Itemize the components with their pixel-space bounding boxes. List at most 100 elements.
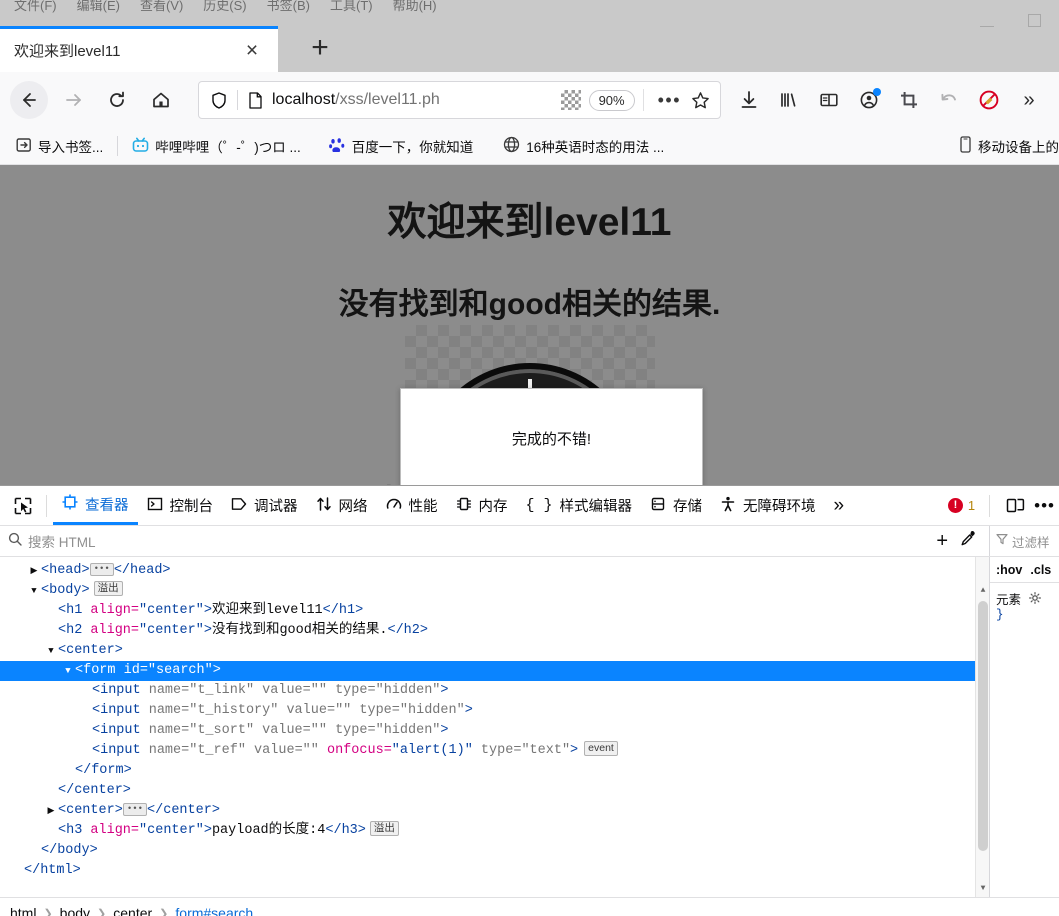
bookmark-bilibili[interactable]: 哔哩哔哩（゜-゜)つロ ... (124, 133, 309, 159)
breadcrumb-item-form[interactable]: form#search (175, 905, 253, 916)
twisty-expanded-icon[interactable]: ▼ (44, 641, 58, 661)
undo-arrow-icon[interactable] (929, 81, 969, 119)
breadcrumb-item-html[interactable]: html (10, 905, 36, 916)
markup-token: id (123, 663, 140, 678)
reload-icon[interactable] (98, 81, 136, 119)
bookmark-english-tenses[interactable]: 16种英语时态的用法 ... (495, 133, 672, 159)
styles-filter-field[interactable]: 过滤样 (989, 526, 1059, 556)
markup-line[interactable]: <h3 align="center">payload的长度:4</h3> 溢出 (0, 821, 989, 841)
overflow-badge[interactable]: 溢出 (93, 581, 123, 596)
error-count-badge[interactable]: ! 1 (942, 498, 981, 513)
bookmark-baidu[interactable]: 百度一下，你就知道 (321, 133, 482, 159)
ellipsis-badge[interactable]: ••• (122, 803, 148, 816)
responsive-design-mode-icon[interactable] (998, 491, 1032, 521)
url-text[interactable]: localhost/xss/level11.ph (272, 91, 559, 109)
sidebar-icon[interactable] (809, 81, 849, 119)
tab-debugger[interactable]: 调试器 (222, 486, 307, 525)
tab-storage[interactable]: 存储 (641, 486, 711, 525)
scrollbar-thumb[interactable] (978, 601, 988, 851)
markup-line[interactable]: ▶ <center> ••• </center> (0, 801, 989, 821)
tab-console[interactable]: 控制台 (138, 486, 223, 525)
markup-line[interactable]: ▼ <center> (0, 641, 989, 661)
overflow-menu-icon[interactable]: » (1009, 81, 1049, 119)
qr-code-icon[interactable] (560, 90, 581, 110)
markup-line[interactable]: <h2 align="center">没有找到和good相关的结果.</h2> (0, 621, 989, 641)
menu-item-edit[interactable]: 编辑(E) (67, 0, 130, 13)
search-html-field[interactable]: 搜索 HTML (0, 531, 936, 551)
page-actions-icon[interactable]: ••• (652, 91, 687, 109)
menu-item-bookmarks[interactable]: 书签(B) (257, 0, 320, 13)
close-icon[interactable]: × (242, 40, 262, 61)
tab-accessibility[interactable]: 无障碍环境 (711, 486, 825, 525)
home-icon[interactable] (142, 81, 180, 119)
tab-style-editor[interactable]: { } 样式编辑器 (517, 486, 642, 525)
add-node-icon[interactable]: + (936, 530, 948, 553)
markup-line[interactable]: ▼ <form id="search"> (0, 661, 989, 681)
ellipsis-badge[interactable]: ••• (89, 563, 114, 576)
bookmark-mobile[interactable]: 移动设备上的 (959, 136, 1059, 156)
markup-line[interactable]: ▶ <head> ••• </head> (0, 561, 989, 581)
markup-line[interactable]: </form> (0, 761, 989, 781)
menu-item-history[interactable]: 历史(S) (193, 0, 256, 13)
maximize-icon[interactable] (1028, 13, 1041, 27)
markup-token: "" (310, 723, 327, 738)
markup-line[interactable]: <h1 align="center">欢迎来到level11</h1> (0, 601, 989, 621)
menu-item-tools[interactable]: 工具(T) (320, 0, 383, 13)
breadcrumb-item-center[interactable]: center (113, 905, 152, 916)
gear-icon[interactable] (1028, 592, 1041, 607)
markup-line[interactable]: <input name="t_link" value="" type="hidd… (0, 681, 989, 701)
markup-line[interactable]: <input name="t_ref" value="" onfocus="al… (0, 741, 989, 761)
markup-token: "center" (139, 603, 204, 618)
tab-inspector[interactable]: 查看器 (53, 486, 138, 525)
downloads-icon[interactable] (729, 81, 769, 119)
markup-scrollbar[interactable]: ▲ ▼ (975, 557, 989, 897)
markup-line[interactable]: <input name="t_sort" value="" type="hidd… (0, 721, 989, 741)
event-badge[interactable]: event (584, 741, 618, 756)
browser-tab[interactable]: 欢迎来到level11 × (0, 26, 278, 72)
markup-line[interactable]: ▼ <body> 溢出 (0, 581, 989, 601)
twisty-expanded-icon[interactable]: ▼ (27, 581, 41, 601)
tab-network[interactable]: 网络 (307, 486, 377, 525)
markup-token: </h3> (325, 823, 366, 838)
menu-item-help[interactable]: 帮助(H) (383, 0, 447, 13)
color-picker-icon[interactable] (960, 530, 977, 552)
library-icon[interactable] (769, 81, 809, 119)
block-ads-icon[interactable] (969, 81, 1009, 119)
menu-item-view[interactable]: 查看(V) (130, 0, 193, 13)
back-icon[interactable] (10, 81, 48, 119)
screenshot-crop-icon[interactable] (889, 81, 929, 119)
url-bar[interactable]: localhost/xss/level11.ph 90% ••• (198, 81, 721, 119)
scroll-down-icon[interactable]: ▼ (976, 881, 989, 895)
minimize-icon[interactable] (980, 25, 994, 27)
search-placeholder: 搜索 HTML (28, 535, 96, 550)
markup-line[interactable]: <input name="t_history" value="" type="h… (0, 701, 989, 721)
menu-item-file[interactable]: 文件(F) (4, 0, 67, 13)
search-icon (8, 532, 22, 551)
devtools-tabs-overflow-icon[interactable]: » (825, 486, 854, 525)
class-toggle[interactable]: .cls (1030, 563, 1051, 577)
scroll-up-icon[interactable]: ▲ (976, 583, 989, 597)
shield-icon[interactable] (209, 91, 229, 109)
devtools-more-icon[interactable]: ••• (1034, 496, 1057, 516)
markup-line[interactable]: </center> (0, 781, 989, 801)
breadcrumb-item-body[interactable]: body (60, 905, 90, 916)
pseudo-class-toggle[interactable]: :hov (996, 563, 1022, 577)
twisty-collapsed-icon[interactable]: ▶ (27, 561, 41, 581)
twisty-expanded-icon[interactable]: ▼ (61, 661, 75, 681)
markup-token: name (148, 743, 182, 758)
twisty-collapsed-icon[interactable]: ▶ (44, 801, 58, 821)
bookmark-star-icon[interactable] (687, 91, 714, 110)
zoom-level-badge[interactable]: 90% (588, 89, 635, 111)
markup-line[interactable]: </html> (0, 861, 989, 881)
tab-memory[interactable]: 内存 (447, 486, 517, 525)
account-icon[interactable] (849, 81, 889, 119)
overflow-badge[interactable]: 溢出 (369, 821, 399, 836)
markup-tree[interactable]: ▲ ▼ ▶ <head> ••• </head> ▼ <body> 溢出 <h1 align… (0, 557, 989, 897)
element-picker-icon[interactable] (6, 491, 40, 521)
new-tab-icon[interactable]: + (300, 28, 340, 68)
tab-performance[interactable]: 性能 (377, 486, 447, 525)
markup-line[interactable]: </body> (0, 841, 989, 861)
bookmark-import[interactable]: 导入书签... (8, 133, 111, 159)
bilibili-icon (132, 137, 149, 156)
forward-icon[interactable] (54, 81, 92, 119)
